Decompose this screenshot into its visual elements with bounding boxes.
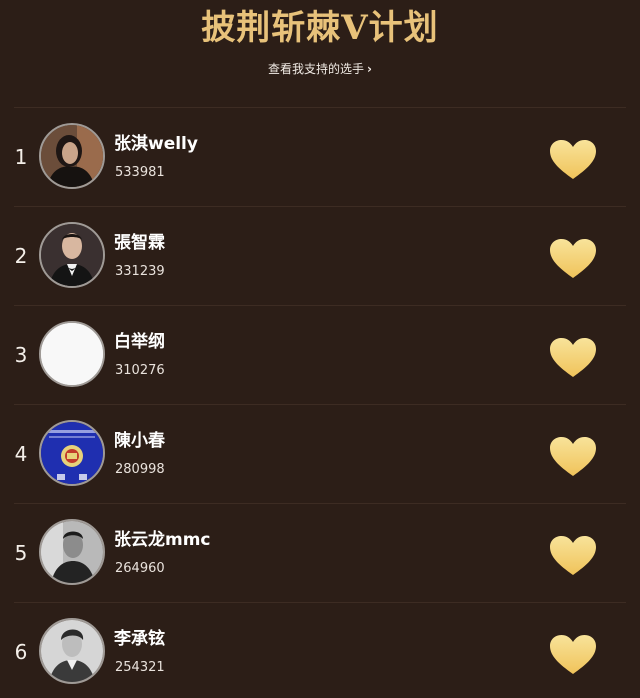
avatar[interactable] <box>39 519 105 585</box>
vote-count: 280998 <box>115 462 165 477</box>
avatar[interactable] <box>39 420 105 486</box>
contestant-name: 白举纲 <box>114 332 165 352</box>
avatar[interactable] <box>39 222 105 288</box>
vote-count: 331239 <box>115 264 165 279</box>
list-item: 3 白举纲 310276 <box>14 306 626 405</box>
page-header: 披荆斩棘V计划 查看我支持的选手 › <box>0 0 640 108</box>
vote-heart-button[interactable] <box>549 139 597 181</box>
rank-number: 3 <box>14 343 28 367</box>
page-title: 披荆斩棘V计划 <box>201 8 439 48</box>
vote-heart-button[interactable] <box>549 337 597 379</box>
rank-number: 6 <box>14 640 28 664</box>
contestant-name: 陳小春 <box>114 431 165 451</box>
vote-count: 533981 <box>115 165 165 180</box>
chevron-right-icon: › <box>367 62 372 76</box>
vote-count: 254321 <box>115 660 165 675</box>
vote-count: 264960 <box>115 561 165 576</box>
list-item: 4 陳小春 280998 <box>14 405 626 504</box>
heart-icon <box>550 239 596 278</box>
view-my-supported-label: 查看我支持的选手 <box>268 62 365 76</box>
list-item: 1 张淇welly 533981 <box>14 108 626 207</box>
avatar[interactable] <box>39 123 105 189</box>
vote-heart-button[interactable] <box>549 238 597 280</box>
list-item: 2 張智霖 331239 <box>14 207 626 306</box>
avatar[interactable] <box>39 618 105 684</box>
contestant-name: 张云龙mmc <box>114 530 211 550</box>
heart-icon <box>550 437 596 476</box>
rank-number: 2 <box>14 244 28 268</box>
view-my-supported-link[interactable]: 查看我支持的选手 › <box>0 60 640 78</box>
heart-icon <box>550 140 596 179</box>
contestant-name: 李承铉 <box>114 629 165 649</box>
rank-number: 5 <box>14 541 28 565</box>
vote-heart-button[interactable] <box>549 436 597 478</box>
heart-icon <box>550 338 596 377</box>
heart-icon <box>550 536 596 575</box>
list-item: 5 张云龙mmc 264960 <box>14 504 626 603</box>
heart-icon <box>550 635 596 674</box>
rank-number: 1 <box>14 145 28 169</box>
contestant-name: 張智霖 <box>114 233 165 253</box>
rank-number: 4 <box>14 442 28 466</box>
vote-count: 310276 <box>115 363 165 378</box>
vote-heart-button[interactable] <box>549 634 597 676</box>
avatar[interactable] <box>39 321 105 387</box>
list-item: 6 李承铉 254321 <box>14 603 626 698</box>
vote-heart-button[interactable] <box>549 535 597 577</box>
contestant-name: 张淇welly <box>114 134 198 154</box>
ranking-list: 1 张淇welly 533981 2 張智霖 331239 3 白举纲 3102… <box>0 108 640 698</box>
